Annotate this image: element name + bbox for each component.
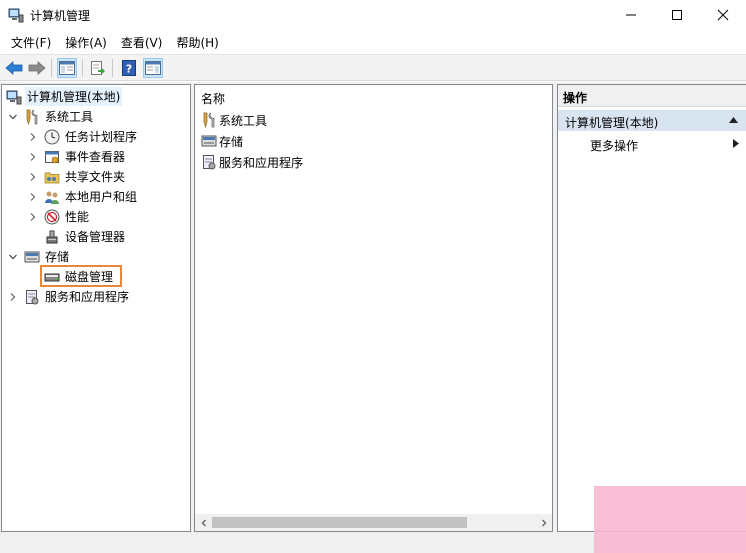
- actions-pane: 操作 计算机管理(本地) 更多操作: [557, 84, 746, 532]
- device-manager-icon: [46, 230, 58, 243]
- column-header-name[interactable]: 名称: [201, 90, 225, 107]
- tree-item-label: 设备管理器: [65, 230, 126, 244]
- minimize-icon: [626, 14, 636, 16]
- highlight-box: [40, 265, 122, 287]
- chevron-left-icon: [201, 519, 206, 526]
- close-icon: [717, 9, 729, 21]
- chevron-down-icon[interactable]: [6, 250, 20, 264]
- chevron-right-icon[interactable]: [26, 150, 40, 164]
- list-item-label: 系统工具: [219, 113, 268, 128]
- show-hide-action-pane-icon: [145, 61, 161, 75]
- performance-icon: [44, 209, 60, 224]
- chevron-right-icon: [541, 519, 546, 526]
- tree-item-performance[interactable]: 性能: [26, 207, 91, 226]
- chevron-down-icon[interactable]: [6, 110, 20, 124]
- tree-item-event-viewer[interactable]: 事件查看器: [26, 147, 127, 166]
- export-list-icon: [91, 61, 105, 75]
- help-icon: ?: [122, 60, 136, 76]
- console-tree[interactable]: 计算机管理(本地) 系统工具 任务计划程序 事件查看器 共享文件夹 本地用户和组: [1, 84, 191, 532]
- computer-management-icon: [6, 90, 22, 104]
- storage-icon: [201, 135, 217, 147]
- export-list-button[interactable]: [88, 58, 108, 78]
- chevron-right-icon[interactable]: [26, 130, 40, 144]
- tree-item-label: 共享文件夹: [65, 170, 126, 184]
- toolbar-separator: [82, 59, 83, 77]
- window-title: 计算机管理: [30, 9, 91, 23]
- tree-item-storage[interactable]: 存储: [6, 247, 71, 266]
- horizontal-scrollbar[interactable]: [195, 514, 552, 531]
- scroll-left-button[interactable]: [195, 514, 212, 531]
- title-bar: 计算机管理: [0, 0, 746, 30]
- show-hide-tree-icon: [59, 61, 75, 75]
- clock-icon: [44, 129, 60, 144]
- tree-item-services-applications[interactable]: 服务和应用程序: [6, 287, 131, 306]
- chevron-right-icon[interactable]: [26, 210, 40, 224]
- tree-item-label: 任务计划程序: [65, 130, 138, 144]
- scroll-right-button[interactable]: [535, 514, 552, 531]
- shared-folder-icon: [44, 172, 60, 183]
- system-tools-icon: [203, 112, 215, 128]
- tree-item-label: 事件查看器: [65, 150, 126, 164]
- decorative-overlay: [594, 486, 746, 553]
- chevron-right-icon[interactable]: [6, 290, 20, 304]
- tree-item-label: 本地用户和组: [65, 190, 138, 204]
- event-viewer-icon: [45, 150, 59, 163]
- services-icon: [203, 155, 216, 170]
- tree-item-label: 系统工具: [45, 110, 94, 124]
- list-item-services-applications[interactable]: 服务和应用程序: [201, 153, 303, 171]
- tree-item-computer-management[interactable]: 计算机管理(本地): [6, 87, 123, 106]
- tree-item-label: 服务和应用程序: [45, 290, 130, 304]
- tree-item-shared-folders[interactable]: 共享文件夹: [26, 167, 127, 186]
- show-hide-tree-button[interactable]: [57, 58, 77, 78]
- list-item-label: 存储: [219, 134, 244, 149]
- show-hide-action-pane-button[interactable]: [143, 58, 163, 78]
- forward-button[interactable]: [27, 58, 47, 78]
- help-button[interactable]: ?: [119, 58, 139, 78]
- system-tools-icon: [26, 109, 38, 125]
- list-item-label: 服务和应用程序: [219, 155, 304, 170]
- toolbar-separator: [51, 59, 52, 77]
- collapse-up-icon[interactable]: [729, 117, 738, 123]
- tree-item-task-scheduler[interactable]: 任务计划程序: [26, 127, 139, 146]
- toolbar-separator: [112, 59, 113, 77]
- computer-management-icon: [8, 8, 24, 23]
- menu-file[interactable]: 文件(F): [4, 31, 58, 52]
- minimize-button[interactable]: [608, 0, 654, 30]
- actions-header: 操作: [558, 85, 746, 107]
- scrollbar-thumb[interactable]: [212, 517, 467, 528]
- maximize-button[interactable]: [654, 0, 700, 30]
- chevron-right-icon[interactable]: [26, 190, 40, 204]
- results-pane[interactable]: 名称 系统工具 存储 服务和应用程序: [194, 84, 553, 532]
- maximize-icon: [672, 10, 682, 20]
- svg-text:?: ?: [126, 63, 132, 76]
- menu-view[interactable]: 查看(V): [114, 31, 170, 52]
- tree-item-label: 计算机管理(本地): [25, 87, 123, 106]
- close-button[interactable]: [700, 0, 746, 30]
- forward-icon: [28, 61, 46, 75]
- actions-section-label: 计算机管理(本地): [565, 116, 659, 130]
- more-actions-item[interactable]: 更多操作: [590, 137, 638, 154]
- list-item-system-tools[interactable]: 系统工具: [201, 111, 267, 129]
- submenu-arrow-icon: [733, 139, 739, 148]
- back-button[interactable]: [4, 58, 24, 78]
- services-icon: [26, 289, 39, 304]
- list-item-storage[interactable]: 存储: [201, 132, 243, 150]
- chevron-right-icon[interactable]: [26, 170, 40, 184]
- menu-bar: 文件(F) 操作(A) 查看(V) 帮助(H): [0, 31, 746, 52]
- toolbar: ?: [0, 54, 746, 81]
- tree-item-local-users-groups[interactable]: 本地用户和组: [26, 187, 139, 206]
- tree-item-label: 存储: [45, 250, 70, 264]
- main-area: 计算机管理(本地) 系统工具 任务计划程序 事件查看器 共享文件夹 本地用户和组: [0, 82, 746, 553]
- actions-section-computer-management[interactable]: 计算机管理(本地): [558, 110, 746, 131]
- tree-item-label: 性能: [65, 210, 90, 224]
- storage-icon: [24, 251, 40, 262]
- menu-help[interactable]: 帮助(H): [169, 31, 225, 52]
- users-icon: [45, 191, 59, 204]
- back-icon: [5, 61, 23, 75]
- menu-action[interactable]: 操作(A): [58, 31, 114, 52]
- tree-item-system-tools[interactable]: 系统工具: [6, 107, 95, 126]
- tree-item-device-manager[interactable]: 设备管理器: [44, 227, 127, 246]
